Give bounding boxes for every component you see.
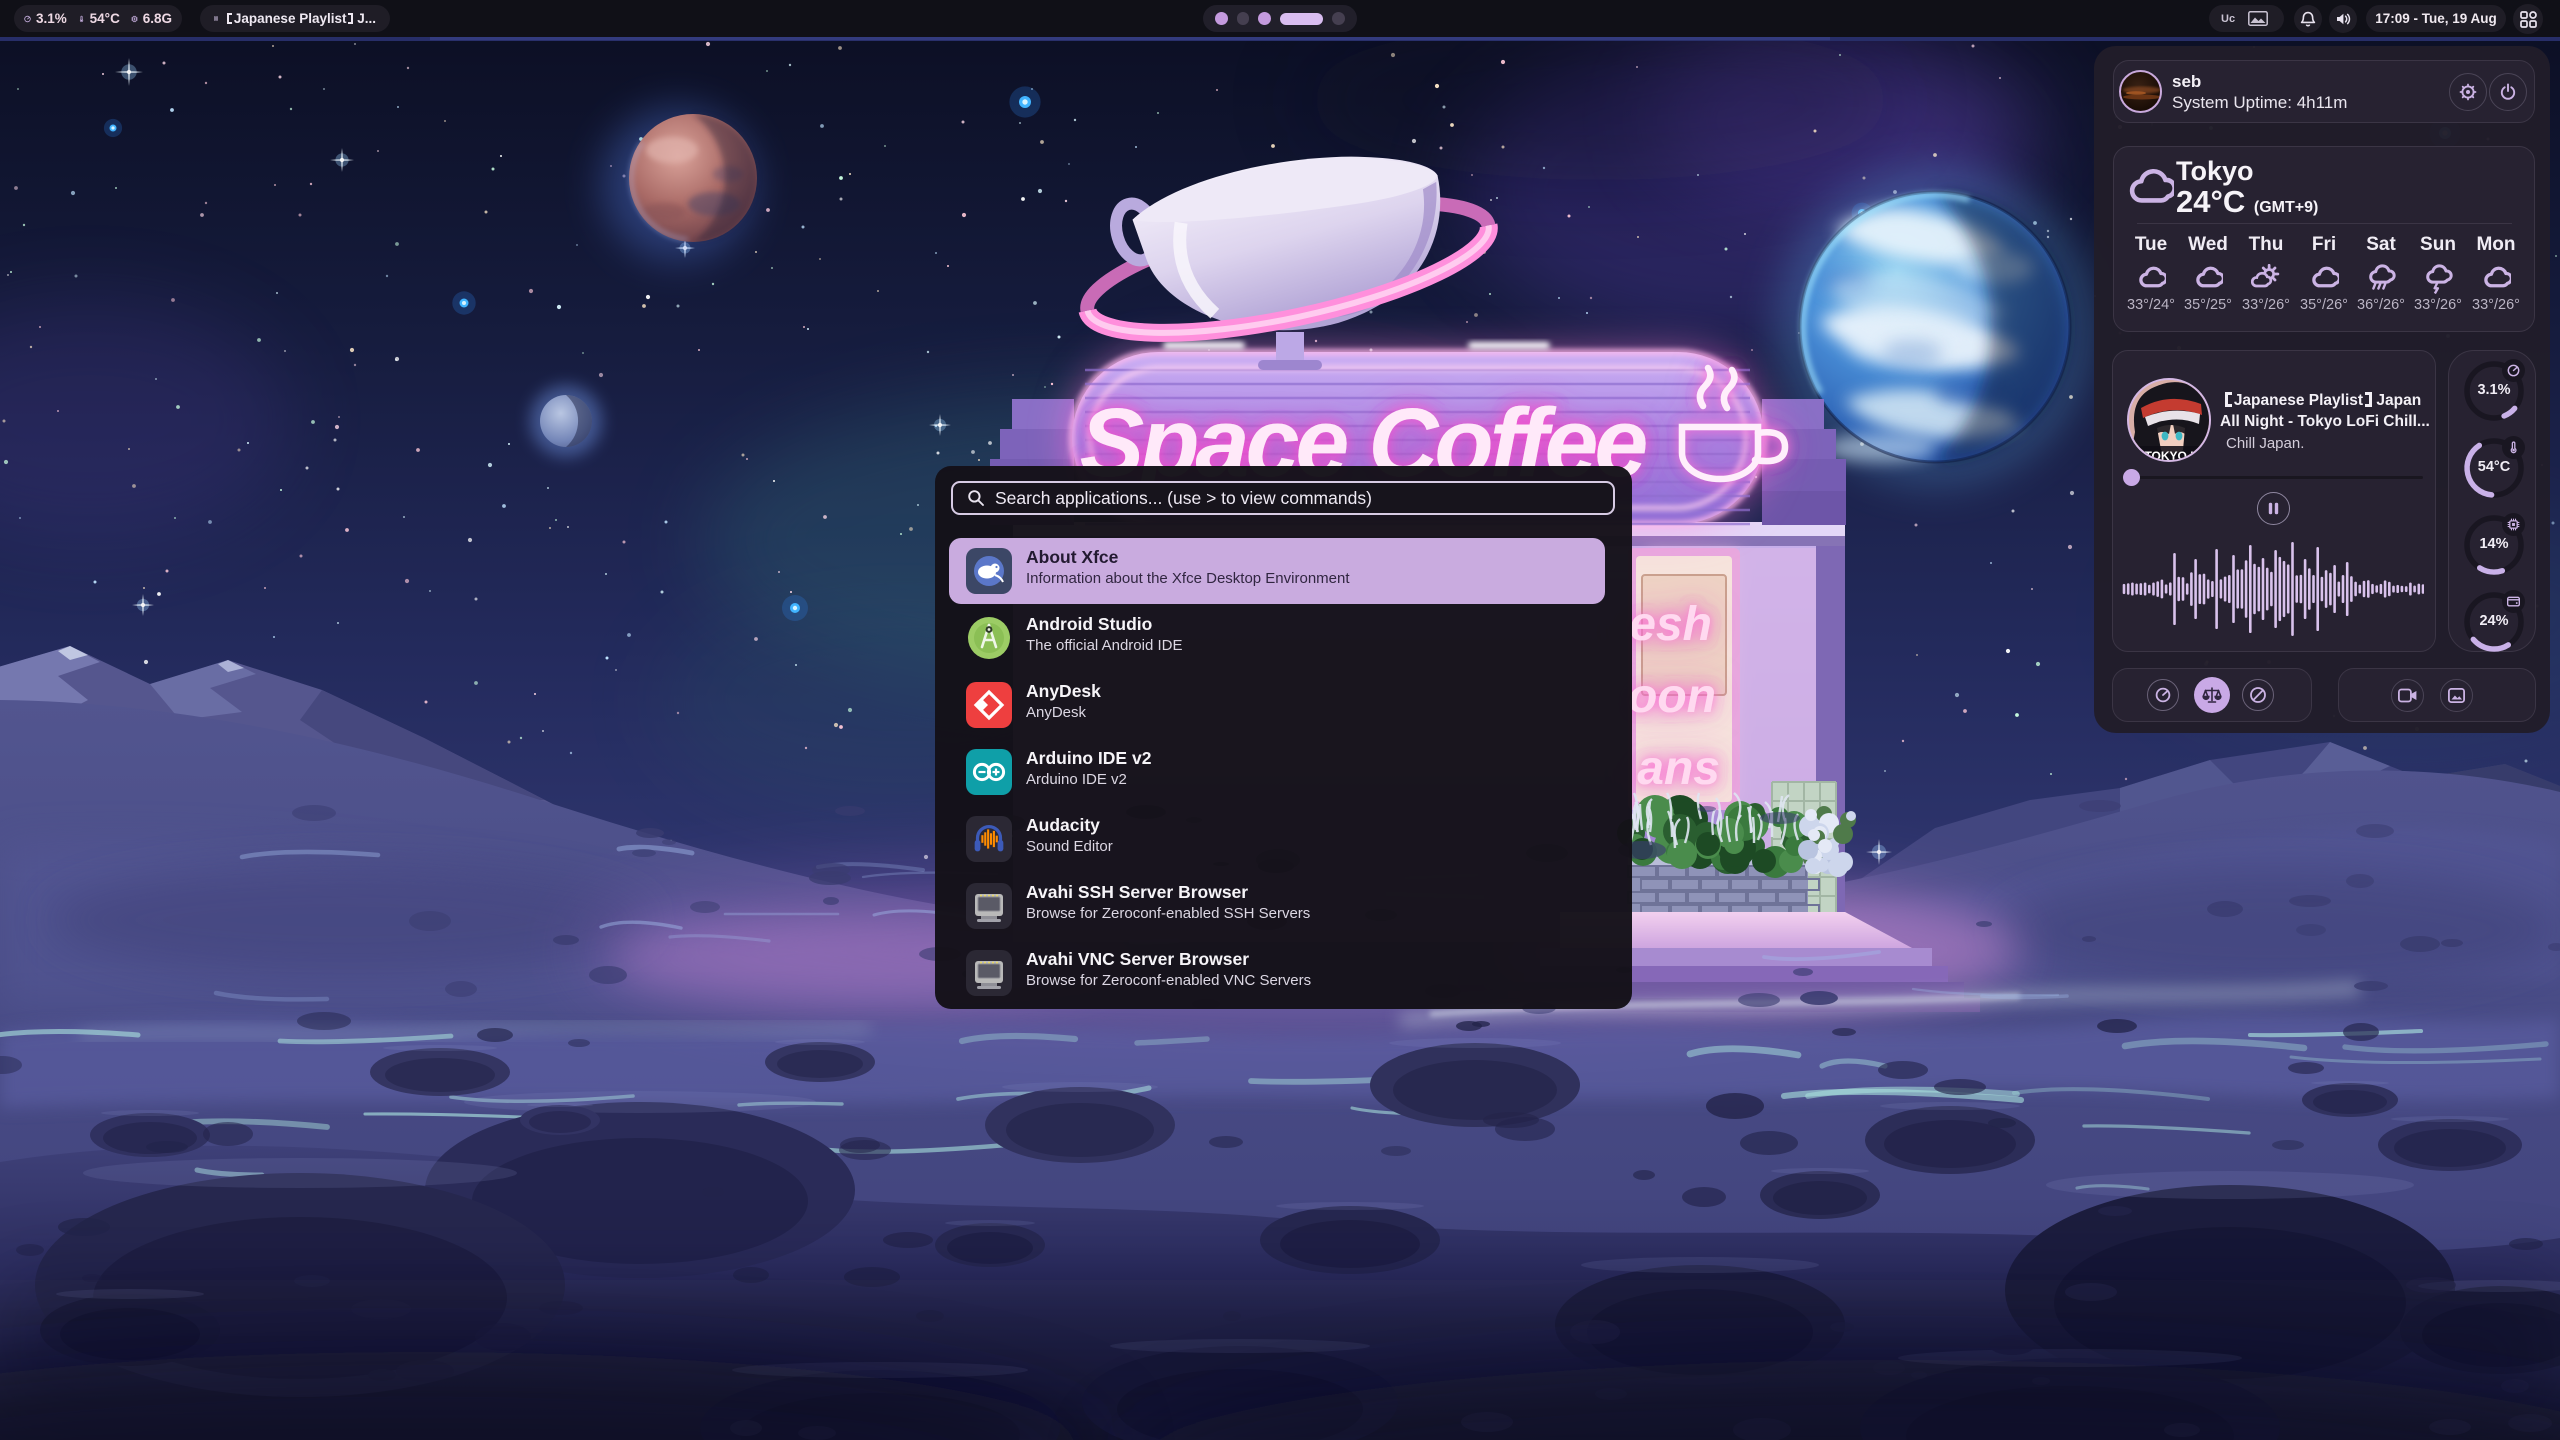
svg-text:ans: ans [1637,742,1720,795]
svg-text:oon: oon [1628,670,1716,723]
svg-text:Uc: Uc [2221,13,2235,25]
svg-text:esh: esh [1629,598,1712,651]
